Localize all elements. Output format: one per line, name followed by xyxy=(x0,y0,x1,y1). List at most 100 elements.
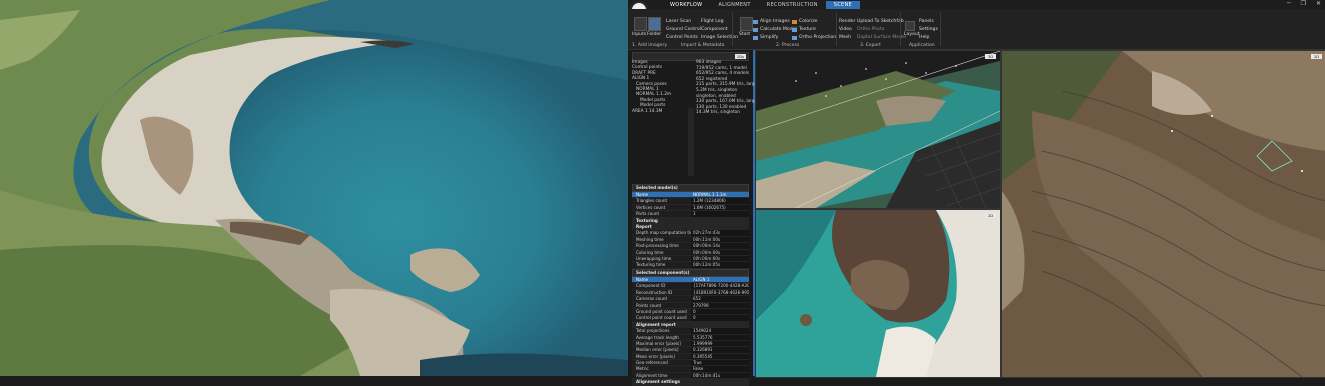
property-key: Cameras count xyxy=(632,296,691,302)
minimize-icon[interactable]: ─ xyxy=(1287,0,1291,7)
property-value: False xyxy=(691,366,749,372)
property-key: Texturing xyxy=(632,217,691,223)
ortho-photo-button[interactable]: Ortho Photo xyxy=(857,27,885,32)
ribbon-separator xyxy=(900,12,901,46)
view-3d[interactable]: 3D xyxy=(755,50,1001,209)
folder-icon xyxy=(648,17,661,31)
ground-control-button[interactable]: Ground Control xyxy=(666,27,701,32)
property-value: 00h:00m:00s xyxy=(691,255,749,262)
property-value: 0.326891 xyxy=(691,347,749,353)
property-value: 5.535776 xyxy=(691,334,749,340)
property-value xyxy=(691,223,749,230)
start-button[interactable]: Start xyxy=(739,32,750,37)
property-key: Unwrapping time xyxy=(632,255,691,262)
video-button[interactable]: Video xyxy=(839,27,852,32)
property-value: {17AF7896-7200-4428-A3CB-17... xyxy=(691,283,749,289)
settings-button[interactable]: Settings xyxy=(919,27,938,32)
info-line: 14.3M tris, singleton xyxy=(696,110,741,116)
selected-component-header: Selected component(s) xyxy=(632,269,749,277)
mesh-button[interactable]: Mesh xyxy=(839,35,851,40)
tab-alignment[interactable]: ALIGNMENT xyxy=(710,1,758,9)
property-key: Alignment settings xyxy=(632,379,691,385)
property-value: 1.999999 xyxy=(691,340,749,347)
selected-model-panel: Selected model(s) Name NORMAL 1 1.1m Trian… xyxy=(632,184,749,282)
property-key: Post-processing time xyxy=(632,243,691,249)
property-key: Report xyxy=(632,223,691,230)
panels-button[interactable]: Panels xyxy=(919,19,934,24)
laser-scan-button[interactable]: Laser Scan xyxy=(666,19,691,24)
tab-scene[interactable]: SCENE xyxy=(825,1,860,9)
reality-capture-window: WORKFLOW ALIGNMENT RECONSTRUCTION SCENE … xyxy=(628,0,1325,386)
property-value: 00h:11m:00s xyxy=(691,236,749,243)
close-icon[interactable]: ✕ xyxy=(1316,0,1321,7)
dsm-button[interactable]: Digital Surface Model xyxy=(857,35,906,40)
flight-log-button[interactable]: Flight Log xyxy=(701,19,724,24)
property-value: 0 xyxy=(691,308,749,315)
property-key: Texturing time xyxy=(632,262,691,268)
ribbon-separator xyxy=(836,12,837,46)
property-key: Alignment report xyxy=(632,321,691,328)
property-value xyxy=(691,321,749,328)
colorize-button[interactable]: Colorize xyxy=(799,19,818,24)
tab-workflow[interactable]: WORKFLOW xyxy=(662,1,710,9)
property-key: Points count xyxy=(632,302,691,308)
layout-button[interactable]: Layout xyxy=(904,32,920,37)
property-row[interactable]: Alignment settings xyxy=(632,379,749,386)
selected-model-header: Selected model(s) xyxy=(632,184,749,192)
component-button[interactable]: Component xyxy=(701,27,728,32)
title-bar: WORKFLOW ALIGNMENT RECONSTRUCTION SCENE … xyxy=(628,0,1325,9)
help-button[interactable]: Help xyxy=(919,35,929,40)
group-title-application: Application xyxy=(909,43,935,48)
align-images-button[interactable]: Align Images xyxy=(760,19,790,24)
property-key: Reconstruction ID xyxy=(632,289,691,296)
view-mode-badge[interactable]: 2D xyxy=(985,213,996,218)
property-key: Maximal error [pixels] xyxy=(632,340,691,347)
start-icon xyxy=(740,17,753,31)
image-view[interactable]: 2D xyxy=(755,209,1001,378)
tree-item[interactable]: AREA 1 14.3M xyxy=(632,109,687,114)
restore-icon[interactable]: ❐ xyxy=(1301,0,1306,7)
ribbon-separator xyxy=(732,12,733,46)
tab-reconstruction[interactable]: RECONSTRUCTION xyxy=(759,1,826,9)
ortho-projection-button[interactable]: Ortho Projection xyxy=(799,35,836,40)
pane-mode-badge[interactable]: 2Ds xyxy=(735,54,746,59)
property-key: Component ID xyxy=(632,283,691,289)
ortho-view[interactable]: 2D xyxy=(1001,50,1325,378)
property-value: 0.395545 xyxy=(691,353,749,360)
render-button[interactable]: Render xyxy=(839,19,855,24)
texture-icon xyxy=(792,28,797,32)
property-value xyxy=(691,217,749,223)
simplify-button[interactable]: Simplify xyxy=(760,35,778,40)
selected-component-panel: Selected component(s) Name ALIGN 1 Compone… xyxy=(632,269,749,386)
layout-icon xyxy=(905,21,915,31)
folder-button[interactable]: Folder xyxy=(647,32,661,37)
tree-info-column: 963 images 719/952 cams, 1 model 652/952… xyxy=(696,60,758,126)
aerial-photo xyxy=(0,0,628,376)
property-key: Name xyxy=(632,192,691,198)
upload-sketchfab-button[interactable]: Upload To Sketchfab xyxy=(857,19,904,24)
info-line: 130 parts, 167.0M tris, large xyxy=(696,99,758,105)
property-value: ALIGN 1 xyxy=(691,277,749,283)
property-key: Total projections xyxy=(632,328,691,334)
info-line: 652/952 cams, 4 models xyxy=(696,71,750,77)
inputs-button[interactable]: Inputs xyxy=(632,32,646,37)
control-points-button[interactable]: Control Points xyxy=(666,35,698,40)
view-mode-badge[interactable]: 2D xyxy=(1311,54,1322,59)
property-key: Mean error [pixels] xyxy=(632,353,691,360)
property-key: Coloring time xyxy=(632,249,691,255)
view-mode-badge[interactable]: 3D xyxy=(985,54,996,59)
property-key: Geo-referenced xyxy=(632,360,691,366)
selected-component-rows: Name ALIGN 1 Component ID {17AF7896-7200-44… xyxy=(632,277,749,386)
texture-button[interactable]: Texture xyxy=(799,27,816,32)
property-key: Name xyxy=(632,277,691,283)
property-value: 652 xyxy=(691,296,749,302)
simplify-icon xyxy=(753,36,758,40)
property-key: Average track length xyxy=(632,334,691,340)
group-title-process: 2. Process xyxy=(776,43,800,48)
aerial-closeup xyxy=(756,210,1000,377)
property-value: NORMAL 1 1.1m xyxy=(691,192,749,198)
property-value: 0 xyxy=(691,315,749,321)
group-title-import: Import & Metadata xyxy=(681,43,725,48)
property-value: 00h:00m:00s xyxy=(691,249,749,255)
property-key: Parts count xyxy=(632,211,691,217)
